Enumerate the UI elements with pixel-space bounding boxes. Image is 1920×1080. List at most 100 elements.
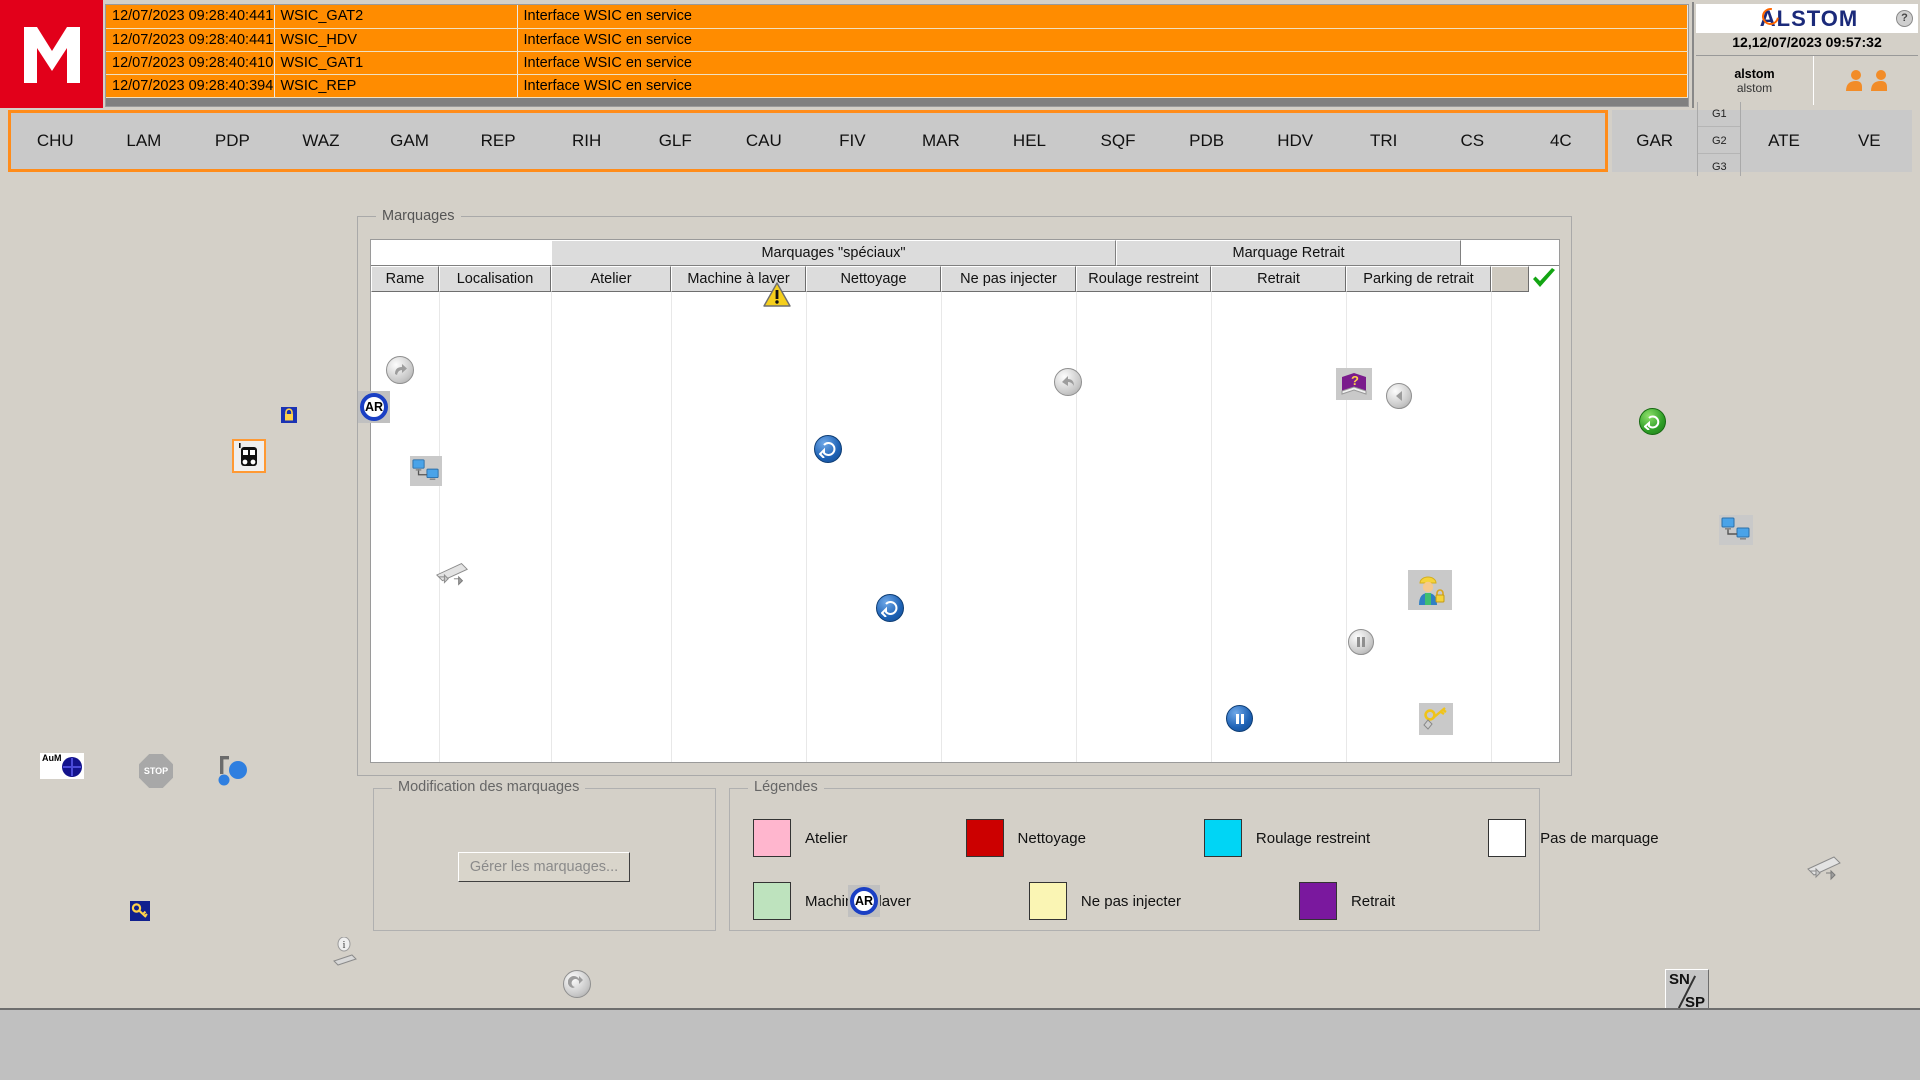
manage-marquages-button[interactable]: Gérer les marquages... [458, 852, 630, 882]
col-header-ne-pas-injecter[interactable]: Ne pas injecter [941, 266, 1076, 292]
nav-item-mar[interactable]: MAR [897, 113, 986, 169]
nav-item-pdp[interactable]: PDP [188, 113, 277, 169]
site-nav[interactable]: CHU LAM PDP WAZ GAM REP RIH GLF CAU FIV … [8, 110, 1608, 172]
ar-badge-2[interactable]: AR [848, 885, 880, 917]
ar-badge[interactable]: AR [358, 391, 390, 423]
col-header-nettoyage[interactable]: Nettoyage [806, 266, 941, 292]
legend-item-nettoyage: Nettoyage [965, 819, 1086, 857]
app-logo [0, 0, 103, 108]
legend-swatch-ne-pas-injecter [1028, 882, 1067, 920]
key-tool-icon[interactable] [1419, 703, 1453, 735]
alarm-row[interactable]: 12/07/2023 09:28:40:410 WSIC_GAT1 Interf… [106, 51, 1688, 75]
key-icon[interactable] [130, 901, 150, 926]
nav-item-sqf[interactable]: SQF [1074, 113, 1163, 169]
nav-item-hdv[interactable]: HDV [1251, 113, 1340, 169]
group-item-g2[interactable]: G2 [1698, 129, 1741, 154]
desktop-area: AuM STOP i SN SP Marquages Marquages "sp… [0, 176, 1920, 1080]
marquages-grid[interactable]: Marquages "spéciaux" Marquage Retrait Ra… [358, 239, 1560, 763]
alarm-message: Interface WSIC en service [517, 5, 1688, 29]
nav-item-cs[interactable]: CS [1428, 113, 1517, 169]
alarm-source: WSIC_GAT2 [274, 5, 518, 29]
col-header-spacer[interactable] [1491, 266, 1529, 292]
alarm-row[interactable]: 12/07/2023 09:28:40:441 WSIC_GAT2 Interf… [106, 5, 1688, 29]
user-avatar[interactable] [1814, 56, 1918, 105]
warning-icon[interactable] [763, 282, 791, 313]
alarm-row[interactable]: 12/07/2023 09:28:40:394 WSIC_REP Interfa… [106, 74, 1688, 98]
nav-item-lam[interactable]: LAM [100, 113, 189, 169]
modification-panel: Modification des marquages Gérer les mar… [373, 779, 716, 931]
legend-swatch-atelier [753, 819, 791, 857]
track-icon[interactable] [1804, 851, 1844, 892]
col-header-parking-de-retrait[interactable]: Parking de retrait [1346, 266, 1491, 292]
col-header-rame[interactable]: Rame [371, 266, 439, 292]
alarm-list[interactable]: 12/07/2023 09:28:40:441 WSIC_GAT2 Interf… [105, 4, 1689, 107]
undo-green-icon[interactable] [1639, 408, 1666, 435]
undo-blue-icon[interactable] [814, 435, 842, 463]
user-name: alstom [1734, 66, 1775, 81]
nav-item-gam[interactable]: GAM [365, 113, 454, 169]
legend-title: Légendes [748, 779, 824, 795]
alarm-message: Interface WSIC en service [517, 28, 1688, 52]
logo-m-icon [23, 27, 80, 83]
nav-item-pdb[interactable]: PDB [1162, 113, 1251, 169]
back-grey-icon-2[interactable] [1054, 368, 1082, 396]
legend-swatch-retrait [1298, 882, 1337, 920]
network-icon-2[interactable] [410, 456, 442, 486]
redo-blue-icon-2[interactable] [876, 594, 904, 622]
nav-item-rih[interactable]: RIH [542, 113, 631, 169]
legend-label-atelier: Atelier [805, 829, 848, 847]
info-track-icon[interactable]: i [330, 936, 358, 978]
svg-text:i: i [343, 940, 346, 951]
sn-sp-icon[interactable]: SN SP [1665, 969, 1709, 1013]
network-icon[interactable] [1719, 515, 1753, 545]
person-icon [1870, 69, 1887, 91]
aum-icon[interactable]: AuM [40, 753, 84, 779]
alarm-date: 12/07/2023 09:28:40:441 [106, 28, 275, 52]
col-header-localisation[interactable]: Localisation [439, 266, 551, 292]
redo-arrow-grey-icon[interactable] [386, 356, 414, 384]
legend-label-retrait: Retrait [1350, 892, 1396, 910]
legend-item-ne-pas-injecter: Ne pas injecter [1028, 882, 1181, 920]
modification-title: Modification des marquages [392, 779, 586, 795]
nav-item-fiv[interactable]: FIV [808, 113, 897, 169]
nav-item-chu[interactable]: CHU [11, 113, 100, 169]
stop-icon[interactable]: STOP [139, 754, 173, 788]
train-icon[interactable] [232, 439, 266, 473]
alarm-source: WSIC_REP [274, 74, 518, 98]
legend-item-machine-a-laver: Machine à laver [753, 882, 911, 920]
nav-item-ate[interactable]: ATE [1741, 131, 1826, 151]
help-icon[interactable]: ? [1896, 10, 1913, 27]
prev-grey-icon[interactable] [1386, 383, 1412, 409]
help-book-icon[interactable]: ? [1336, 368, 1372, 400]
brand-panel: ALSTOM ? 12,12/07/2023 09:57:32 alstom a… [1692, 2, 1918, 108]
worker-lock-icon[interactable] [1408, 570, 1452, 610]
track-icon-2[interactable] [433, 557, 471, 598]
nav-item-4c[interactable]: 4C [1517, 113, 1606, 169]
nav-item-rep[interactable]: REP [454, 113, 543, 169]
group-selector[interactable]: G1 G2 G3 [1697, 102, 1742, 180]
marquages-title: Marquages [376, 208, 461, 224]
col-header-atelier[interactable]: Atelier [551, 266, 671, 292]
aum-label: AuM [42, 753, 62, 763]
nav-item-tri[interactable]: TRI [1339, 113, 1428, 169]
nav-item-ve[interactable]: VE [1827, 131, 1912, 151]
pause-blue-icon[interactable] [1226, 705, 1253, 732]
nav-item-gar[interactable]: GAR [1612, 131, 1697, 151]
nav-item-hel[interactable]: HEL [985, 113, 1074, 169]
grid-body[interactable]: AR ? [358, 282, 1559, 762]
alarm-date: 12/07/2023 09:28:40:441 [106, 5, 275, 29]
group-item-g1[interactable]: G1 [1698, 102, 1741, 127]
lock-icon[interactable] [281, 407, 297, 428]
pause-grey-icon[interactable] [1348, 629, 1374, 655]
nav-item-cau[interactable]: CAU [720, 113, 809, 169]
col-header-roulage-restreint[interactable]: Roulage restreint [1076, 266, 1211, 292]
nav-item-waz[interactable]: WAZ [277, 113, 366, 169]
alarm-row[interactable]: 12/07/2023 09:28:40:441 WSIC_HDV Interfa… [106, 28, 1688, 52]
alstom-logo: ALSTOM ? [1696, 4, 1918, 33]
undo-grey-icon[interactable] [563, 970, 591, 998]
col-header-retrait[interactable]: Retrait [1211, 266, 1346, 292]
nav-item-glf[interactable]: GLF [631, 113, 720, 169]
site-nav-right[interactable]: GAR G1 G2 G3 ATE VE [1612, 102, 1912, 180]
alarm-table[interactable]: 12/07/2023 09:28:40:441 WSIC_GAT2 Interf… [106, 5, 1688, 98]
signal-icon[interactable] [216, 754, 250, 791]
